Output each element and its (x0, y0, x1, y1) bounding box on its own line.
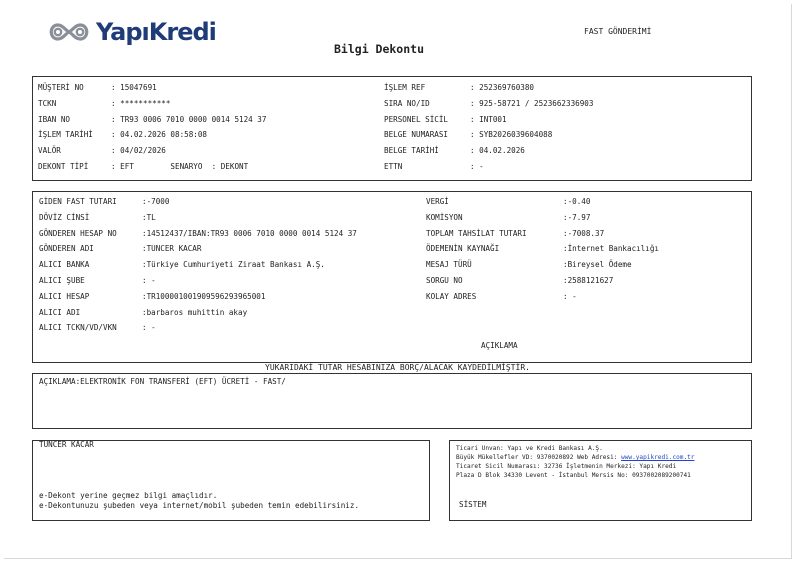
transfer-details-box: GİDEN FAST TUTARI :-7000 DÖVİZ CİNSİ :TL GÖN… (32, 191, 752, 363)
field-label: KOLAY ADRES (426, 291, 477, 301)
website-link[interactable]: www.yapikredi.com.tr (621, 454, 694, 461)
field-label: TOPLAM TAHSİLAT TUTARI (426, 228, 527, 238)
field-value: :-7000 (142, 197, 170, 206)
customer-info-box: MÜŞTERİ NO : 15047691 TCKN : *********** IBA… (32, 76, 752, 181)
field-value: : SYB2026039604088 (470, 130, 553, 140)
field-label: PERSONEL SİCİL (384, 114, 449, 124)
transfer-type: FAST GÖNDERİMİ (584, 27, 652, 36)
field-label: İŞLEM REF (384, 83, 426, 92)
field-label: IBAN NO (38, 114, 71, 124)
bank-legal-line-1: Ticari Unvan: Yapı ve Kredi Bankası A.Ş. (456, 445, 603, 452)
field-value: : 04.02.2026 (470, 146, 525, 156)
field-label: KOMİSYON (426, 212, 463, 222)
field-value: :barbaros muhittin akay (142, 307, 248, 317)
field-label: ETTN (384, 162, 403, 171)
field-value: :TR100001001909596293965001 (142, 291, 266, 301)
field-label: DEKONT TİPİ (38, 162, 89, 171)
document-title: Bilgi Dekontu (334, 42, 425, 56)
field-label: SIRA NO/ID (384, 98, 430, 108)
field-value: :Türkiye Cumhuriyeti Ziraat Bankası A.Ş. (142, 260, 325, 270)
field-value: : - (142, 323, 156, 333)
field-value: : *********** (111, 98, 171, 108)
bank-legal-line-4: Plaza D Blok 34330 Levent - İstanbul Mer… (456, 472, 691, 479)
bank-legal-line-3: Ticaret Sicil Numarası: 32736 İşletmenin… (456, 463, 677, 470)
field-value: :İnternet Bankacılığı (563, 244, 660, 254)
field-value: :-7.97 (563, 212, 591, 222)
field-label: MÜŞTERİ NO (38, 83, 84, 92)
field-label: VALÖR (38, 146, 61, 156)
field-label: TCKN (38, 98, 57, 108)
field-value: : - (470, 162, 484, 171)
field-value: : - (142, 276, 156, 285)
sender-name: TUNCER KACAR (39, 440, 94, 449)
field-label: ÖDEMENİN KAYNAĞI (426, 244, 500, 254)
field-label: ALICI ŞUBE (39, 276, 85, 285)
bank-legal-line-2: Büyük Mükellefler VD: 9370020892 Web Adr… (456, 453, 694, 462)
field-label: VERGİ (426, 197, 449, 206)
field-label: ALICI ADI (39, 307, 81, 317)
description-text: AÇIKLAMA:ELEKTRONİK FON TRANSFERİ (EFT) … (39, 377, 286, 386)
field-label: GÖNDEREN HESAP NO (39, 228, 117, 238)
field-value: :TL (142, 212, 156, 222)
field-value: : 15047691 (111, 83, 157, 92)
footer-left-box: TUNCER KACAR e-Dekont yerine geçmez bilg… (32, 440, 430, 521)
field-label: BELGE NUMARASI (384, 130, 449, 140)
field-label: ALICI BANKA (39, 260, 90, 270)
field-label: ALICI HESAP (39, 291, 90, 301)
sistem-label: SİSTEM (459, 500, 487, 509)
aciklama-heading: AÇIKLAMA (481, 341, 518, 350)
field-label: GÖNDEREN ADI (39, 244, 94, 254)
footer-right-box: Ticari Unvan: Yapı ve Kredi Bankası A.Ş.… (449, 440, 752, 521)
tax-office-text: Büyük Mükellefler VD: 9370020892 Web Adr… (456, 454, 622, 461)
field-value: :14512437/IBAN:TR93 0006 7010 0000 0014 … (142, 228, 357, 238)
field-label: ALICI TCKN/VD/VKN (39, 323, 117, 333)
field-label: MESAJ TÜRÜ (426, 260, 472, 270)
receipt-page: YapıKredi FAST GÖNDERİMİ Bilgi Dekontu M… (4, 4, 792, 559)
yapikredi-swirl-icon (49, 23, 89, 41)
field-value: :2588121627 (563, 276, 614, 285)
description-box: AÇIKLAMA:ELEKTRONİK FON TRANSFERİ (EFT) … (32, 373, 752, 429)
field-label: SORGU NO (426, 276, 463, 285)
field-value: : 04.02.2026 08:58:08 (111, 130, 208, 140)
field-value: : 925-58721 / 2523662336903 (470, 98, 594, 108)
field-value: :-7008.37 (563, 228, 605, 238)
field-value: : 04/02/2026 (111, 146, 166, 156)
field-value: : - (563, 291, 577, 301)
field-label: İŞLEM TARİHİ (38, 130, 93, 140)
field-label: BELGE TARİHİ (384, 146, 439, 156)
footer-note-2: e-Dekontunuzu şubeden veya internet/mobi… (39, 501, 360, 510)
logo-text: YapıKredi (96, 18, 217, 46)
field-value: : EFT SENARYO : DEKONT (111, 162, 249, 171)
field-label: GİDEN FAST TUTARI (39, 197, 117, 206)
bank-logo: YapıKredi (46, 17, 217, 47)
field-value: :Bireysel Ödeme (563, 260, 632, 270)
field-value: :-0.40 (563, 197, 591, 206)
field-value: : 252369760380 (470, 83, 535, 92)
field-label: DÖVİZ CİNSİ (39, 212, 90, 222)
field-value: : TR93 0006 7010 0000 0014 5124 37 (111, 114, 267, 124)
field-value: : INT001 (470, 114, 507, 124)
field-value: :TUNCER KACAR (142, 244, 202, 254)
